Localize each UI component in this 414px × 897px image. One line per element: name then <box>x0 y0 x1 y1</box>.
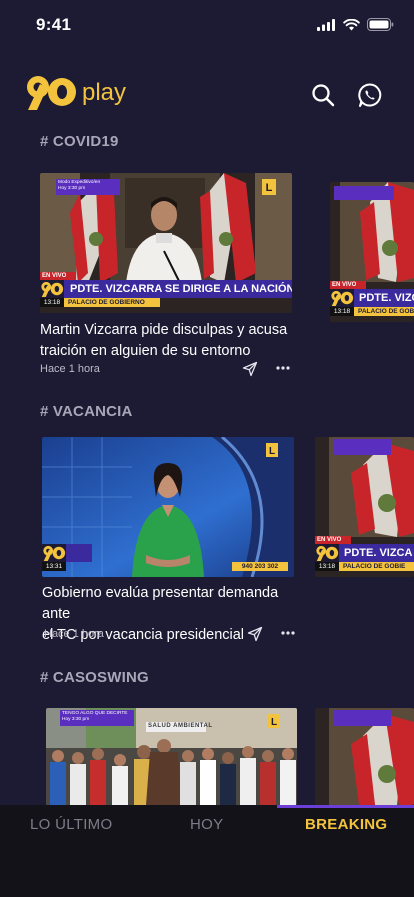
news-card-peek[interactable]: EN VIVO PDTE. VIZCA 13:18 PALACIO DE GOB… <box>330 182 414 322</box>
share-icon[interactable] <box>247 626 263 642</box>
search-icon[interactable] <box>310 82 336 108</box>
section-title-casoswing[interactable]: # CASOSWING <box>40 669 149 686</box>
more-options-icon[interactable] <box>281 631 295 635</box>
channel-logo-mini <box>40 280 64 298</box>
logo-90-icon <box>27 76 76 110</box>
news-card-peek[interactable]: EN VIVO PDTE. VIZCA 13:18 PALACIO DE GOB… <box>315 437 414 577</box>
tab-hoy[interactable]: HOY <box>190 816 223 833</box>
phone-label: 940 203 302 <box>232 562 288 571</box>
peek-headline: PDTE. VIZCA <box>339 544 414 562</box>
video-thumbnail[interactable]: L Modo Expeditivo/en Hoy 3:30 pm EN VIVO… <box>40 173 292 313</box>
peek-live-badge: EN VIVO <box>315 536 351 544</box>
wifi-icon <box>343 18 360 30</box>
app-logo[interactable]: play <box>24 72 126 112</box>
clock-label: 13:18 <box>40 298 64 307</box>
logo-word: play <box>82 79 127 106</box>
news-card-casoswing[interactable]: L TENGO ALGO QUE DECIRTE Hoy 3:30 pm SAL… <box>46 708 297 805</box>
live-badge: EN VIVO <box>40 272 76 280</box>
svg-text:L: L <box>269 446 275 457</box>
svg-text:L: L <box>266 182 273 194</box>
ticker-strip <box>66 544 92 562</box>
thumb-badge-text: Modo Expeditivo/en Hoy 3:30 pm <box>58 180 101 191</box>
video-thumbnail[interactable]: L TENGO ALGO QUE DECIRTE Hoy 3:30 pm SAL… <box>46 708 297 805</box>
status-bar: 9:41 <box>0 0 414 50</box>
peek-logo <box>330 289 354 307</box>
peek-location: PALACIO DE GOBIE <box>339 562 414 571</box>
svg-text:L: L <box>271 717 277 728</box>
section-title-vacancia[interactable]: # VACANCIA <box>40 403 133 420</box>
channel-logo-mini <box>42 544 66 562</box>
card-time: Hace 1 hora <box>44 628 104 640</box>
section-title-covid19[interactable]: # COVID19 <box>40 133 119 150</box>
battery-icon <box>367 18 394 31</box>
card-time: Hace 1 hora <box>40 363 100 375</box>
bottom-nav: LO ÚLTIMO HOY BREAKING <box>0 805 414 897</box>
active-tab-indicator <box>277 805 414 808</box>
tab-lo-ultimo[interactable]: LO ÚLTIMO <box>30 816 112 833</box>
whatsapp-icon[interactable] <box>357 82 383 108</box>
app-header: play <box>0 70 414 120</box>
location-label: PALACIO DE GOBIERNO <box>64 298 160 307</box>
news-card-covid19[interactable]: L Modo Expeditivo/en Hoy 3:30 pm EN VIVO… <box>40 173 292 383</box>
news-card-vacancia[interactable]: L 13:31 940 203 302 Gobierno evalúa pres… <box>42 437 295 647</box>
peek-clock: 13:18 <box>330 307 354 316</box>
more-options-icon[interactable] <box>276 366 290 370</box>
thumb-badge-text: TENGO ALGO QUE DECIRTE Hoy 3:30 pm <box>62 711 128 722</box>
tab-breaking[interactable]: BREAKING <box>305 816 387 833</box>
building-sign: SALUD AMBIENTAL <box>148 723 213 729</box>
peek-clock: 13:18 <box>315 562 339 571</box>
peek-headline: PDTE. VIZCA <box>354 289 414 307</box>
share-icon[interactable] <box>242 361 258 377</box>
card-title[interactable]: Martin Vizcarra pide disculpas y acusa t… <box>40 320 292 362</box>
news-card-peek[interactable] <box>315 708 414 805</box>
peek-location: PALACIO DE GOBIE <box>354 307 414 316</box>
peek-live-badge: EN VIVO <box>330 281 366 289</box>
headline-ticker: PDTE. VIZCARRA SE DIRIGE A LA NACIÓN <box>64 280 292 298</box>
video-thumbnail[interactable]: L 13:31 940 203 302 <box>42 437 294 577</box>
signal-icon <box>317 18 335 31</box>
peek-image <box>315 708 414 805</box>
peek-logo <box>315 544 339 562</box>
status-icons <box>317 18 394 31</box>
status-time: 9:41 <box>36 15 72 34</box>
clock-label: 13:31 <box>42 562 66 571</box>
